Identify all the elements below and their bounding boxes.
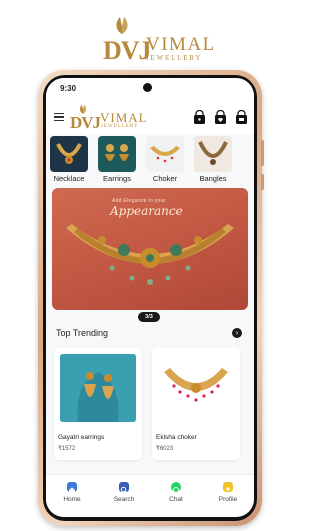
- product-card[interactable]: Eklsha choker ₹6023: [152, 348, 240, 460]
- status-bar: 9:30: [46, 78, 254, 100]
- camera-hole: [143, 83, 152, 92]
- tab-label: Home: [63, 496, 81, 503]
- category-label: Bangles: [199, 174, 227, 183]
- choker-thumbnail: [146, 136, 184, 172]
- category-bangles[interactable]: Bangles: [194, 136, 232, 184]
- bangles-thumbnail: [194, 136, 232, 172]
- power-button: [261, 174, 264, 190]
- product-list: Gayatri earrings ₹1572 Eklsha choker ₹60…: [54, 348, 254, 468]
- menu-icon[interactable]: [54, 113, 64, 123]
- banner-pager: 3/3: [138, 312, 160, 322]
- product-price: ₹6023: [156, 446, 174, 452]
- promo-banner[interactable]: Add Elegance to your Appearance: [52, 188, 248, 310]
- status-time: 9:30: [60, 84, 77, 93]
- category-earrings[interactable]: Earrings: [98, 136, 136, 184]
- tab-label: Search: [113, 496, 135, 503]
- necklace-illustration: [66, 224, 234, 285]
- tab-label: Chat: [169, 496, 183, 503]
- category-necklace[interactable]: Necklace: [50, 136, 88, 184]
- category-choker[interactable]: Choker: [146, 136, 184, 184]
- volume-button: [261, 140, 264, 166]
- tab-profile[interactable]: Profile: [202, 475, 254, 517]
- chat-icon: [171, 482, 181, 493]
- category-label: Necklace: [53, 174, 85, 183]
- profile-icon: [223, 482, 233, 494]
- section-title: Top Trending: [56, 328, 109, 338]
- brand-name: VIMAL: [146, 34, 216, 55]
- product-price: ₹1572: [58, 446, 76, 452]
- arrow-right-icon[interactable]: ›: [232, 328, 242, 338]
- leaf-icon: [116, 17, 128, 34]
- brand-logo: DVJ VIMAL JEWELLERY: [0, 14, 300, 65]
- phone-frame: 9:30 DVJ VIMAL JEWELLERY Necklace Earrin…: [38, 70, 264, 526]
- app-logo-subtitle: JEWELLERY: [101, 124, 139, 129]
- brand-subtitle: JEWELLERY: [146, 54, 203, 62]
- app-screen: 9:30 DVJ VIMAL JEWELLERY Necklace Earrin…: [46, 78, 254, 517]
- tab-home[interactable]: Home: [46, 475, 98, 517]
- product-image: [60, 354, 136, 422]
- category-label: Choker: [152, 174, 178, 183]
- necklace-thumbnail: [50, 136, 88, 172]
- category-label: Earrings: [103, 174, 131, 183]
- cart-bag-icon[interactable]: [235, 110, 248, 124]
- category-row: Necklace Earrings Choker Bangles: [46, 136, 254, 184]
- product-image: [158, 354, 234, 422]
- app-bar: DVJ VIMAL JEWELLERY: [46, 100, 254, 134]
- product-name: Gayatri earrings: [58, 434, 105, 441]
- bag-icon[interactable]: [193, 110, 206, 124]
- tab-chat[interactable]: Chat: [150, 475, 202, 517]
- bottom-tab-bar: Home Search Chat Profile: [46, 474, 254, 517]
- earrings-thumbnail: [98, 136, 136, 172]
- product-name: Eklsha choker: [156, 434, 197, 441]
- tab-label: Profile: [218, 496, 238, 503]
- brand-monogram: DVJ: [103, 36, 152, 65]
- wishlist-bag-icon[interactable]: [214, 110, 227, 124]
- app-logo-monogram: DVJ: [70, 113, 101, 132]
- home-icon: [67, 482, 77, 493]
- search-icon: [119, 482, 129, 494]
- product-card[interactable]: Gayatri earrings ₹1572: [54, 348, 142, 460]
- tab-search[interactable]: Search: [98, 475, 150, 517]
